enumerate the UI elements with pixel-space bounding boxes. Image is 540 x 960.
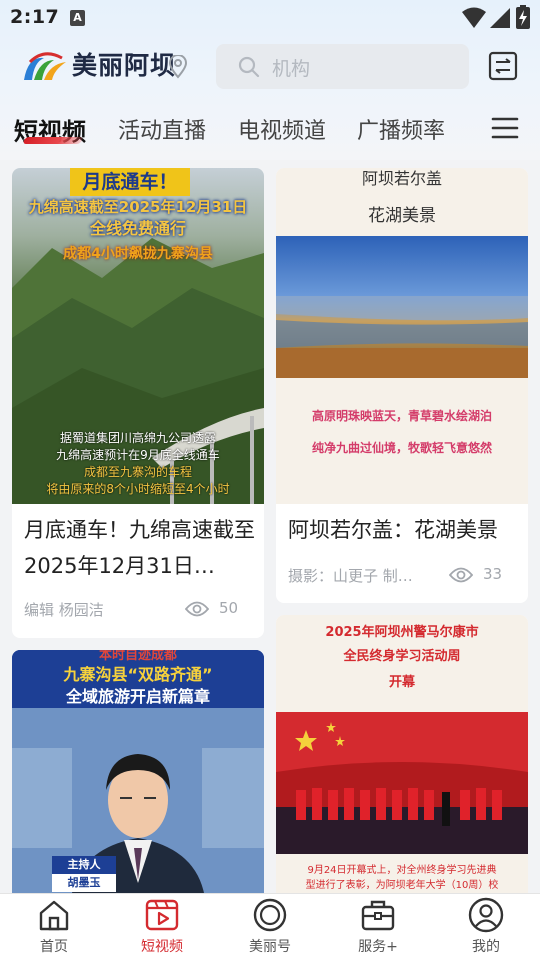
thumb-top: 本时自迹成都	[98, 650, 177, 663]
video-card[interactable]: 月底通车！ 九绵高速截至2025年12月31日 全线免费通行 成都4小时飙拢九寨…	[12, 168, 264, 638]
app-logo[interactable]: 美丽阿坝	[22, 50, 175, 84]
briefcase-icon	[361, 900, 395, 931]
tab-live-events[interactable]: 活动直播	[118, 113, 206, 145]
video-card[interactable]: 2025年阿坝州警马尔康市 全民终身学习活动周 开幕 9月24日开幕式上，对全州…	[276, 615, 528, 893]
thumb-line-2: 花湖美景	[368, 206, 436, 226]
video-thumbnail: 阿坝若尔盖 花湖美景 高原明珠映蓝天，青草碧水绘湖泊 纯净九曲过仙境，牧歌轻飞意…	[276, 168, 528, 504]
nav-label: 服务+	[358, 939, 398, 955]
nav-profile[interactable]: 我的	[432, 894, 540, 960]
search-placeholder: 机构	[272, 58, 311, 80]
video-thumbnail: 2025年阿坝州警马尔康市 全民终身学习活动周 开幕 9月24日开幕式上，对全州…	[276, 615, 528, 893]
thumb-caption: 成都至九寨沟的车程	[83, 465, 192, 479]
thumb-subheadline: 成都4小时飙拢九寨沟县	[63, 246, 213, 262]
thumb-headline-2: 全域旅游开启新篇章	[65, 687, 210, 706]
thumb-caption: 九绵高速预计在9月底全线通车	[56, 448, 220, 462]
card-author: 摄影：山更子 制…	[288, 567, 413, 585]
view-count: 50	[185, 599, 239, 617]
status-bar: 2:17 A	[0, 0, 540, 36]
eye-icon	[185, 601, 209, 617]
notification-badge-icon: A	[70, 10, 85, 26]
view-count-value: 50	[219, 599, 239, 617]
thumb-poem: 纯净九曲过仙境，牧歌轻飞意悠然	[311, 441, 492, 455]
status-time: 2:17	[10, 6, 60, 28]
circle-icon	[253, 898, 287, 932]
search-icon	[238, 56, 260, 78]
thumb-footer: 9月24日开幕式上，对全州终身学习先进典	[307, 865, 497, 876]
stage-scene	[276, 712, 528, 854]
tab-radio[interactable]: 广播频率	[357, 113, 445, 145]
thumb-line-1: 阿坝若尔盖	[361, 169, 442, 188]
view-count: 33	[449, 565, 503, 583]
thumb-line-2: 全民终身学习活动周	[343, 649, 461, 664]
app-name: 美丽阿坝	[72, 51, 177, 80]
thumb-caption: 将由原来的8个小时缩短至4个小时	[46, 482, 230, 496]
card-title[interactable]: 阿坝若尔盖：花湖美景	[288, 512, 520, 548]
anchor-scene	[12, 708, 264, 893]
video-card[interactable]: 阿坝若尔盖 花湖美景 高原明珠映蓝天，青草碧水绘湖泊 纯净九曲过仙境，牧歌轻飞意…	[276, 168, 528, 603]
thumb-footer: 型进行了表彰，为阿坝老年大学（10周）校	[305, 880, 499, 891]
home-icon	[39, 900, 69, 931]
thumb-banner: 月底通车！	[70, 168, 190, 196]
active-tab-indicator	[22, 137, 84, 144]
nav-label: 首页	[40, 939, 68, 955]
anchor-name: 胡墨玉	[52, 874, 116, 892]
logo-mark-icon	[24, 52, 66, 80]
view-count-value: 33	[483, 565, 503, 583]
tab-tv-channels[interactable]: 电视频道	[238, 113, 326, 145]
nav-label: 我的	[472, 939, 500, 955]
video-card[interactable]: 本时自迹成都 九寨沟县“双路齐通” 全域旅游开启新篇章 主持人 胡墨玉	[12, 650, 264, 893]
nav-label: 美丽号	[249, 939, 291, 955]
thumb-poem: 高原明珠映蓝天，青草碧水绘湖泊	[311, 409, 492, 423]
video-thumbnail: 月底通车！ 九绵高速截至2025年12月31日 全线免费通行 成都4小时飙拢九寨…	[12, 168, 264, 504]
card-author: 编辑 杨园洁	[24, 601, 104, 619]
video-icon	[145, 899, 179, 931]
nav-home[interactable]: 首页	[0, 894, 108, 960]
anchor-tag: 主持人	[52, 856, 116, 874]
menu-icon[interactable]	[491, 116, 519, 140]
thumb-headline-2: 全线免费通行	[89, 219, 186, 238]
thumb-headline: 九绵高速截至2025年12月31日	[28, 198, 248, 216]
location-pin-icon[interactable]	[168, 55, 188, 79]
user-icon	[468, 897, 504, 933]
nav-services[interactable]: 服务+	[324, 894, 432, 960]
search-bar[interactable]: 机构	[216, 44, 469, 89]
thumb-caption: 据蜀道集团川高绵九公司透露	[59, 431, 216, 445]
channel-settings-icon[interactable]	[488, 51, 518, 81]
nav-label: 短视频	[141, 939, 183, 955]
nav-short-video[interactable]: 短视频	[108, 894, 216, 960]
thumb-headline: 九寨沟县“双路齐通”	[63, 665, 213, 684]
wifi-icon	[462, 7, 486, 28]
signal-icon	[490, 8, 510, 28]
card-title[interactable]: 月底通车！九绵高速截至2025年12月31日…	[24, 512, 256, 584]
thumb-line-3: 开幕	[388, 675, 415, 690]
lake-scene	[276, 236, 528, 378]
bottom-navigation: 首页 短视频 美丽号 服务+ 我的	[0, 893, 540, 960]
thumb-line-1: 2025年阿坝州警马尔康市	[325, 625, 479, 640]
video-thumbnail: 本时自迹成都 九寨沟县“双路齐通” 全域旅游开启新篇章 主持人 胡墨玉	[12, 650, 264, 893]
eye-icon	[449, 567, 473, 583]
battery-icon	[516, 5, 530, 29]
nav-meilihao[interactable]: 美丽号	[216, 894, 324, 960]
category-tabs: 短视频 活动直播 电视频道 广播频率	[0, 105, 540, 153]
